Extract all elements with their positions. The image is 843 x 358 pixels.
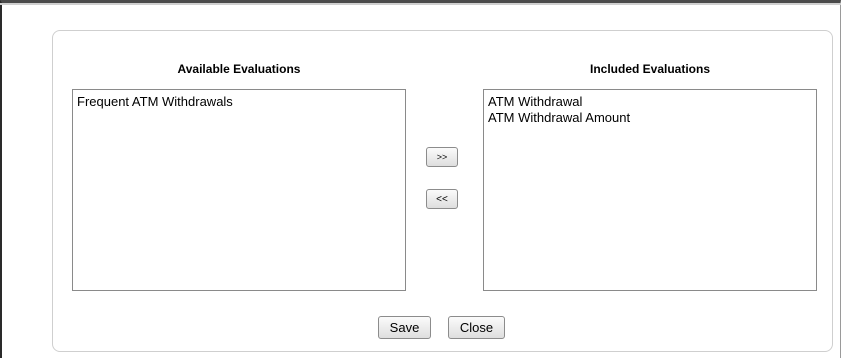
close-button[interactable]: Close <box>448 316 505 339</box>
frame-top-edge <box>0 3 841 5</box>
list-item[interactable]: ATM Withdrawal Amount <box>488 110 816 126</box>
available-evaluations-list[interactable]: Frequent ATM Withdrawals <box>72 89 406 291</box>
list-item[interactable]: ATM Withdrawal <box>488 94 816 110</box>
available-evaluations-title: Available Evaluations <box>177 62 301 76</box>
save-button[interactable]: Save <box>378 316 431 339</box>
move-left-button[interactable]: << <box>426 189 458 209</box>
included-evaluations-list[interactable]: ATM Withdrawal ATM Withdrawal Amount <box>483 89 817 291</box>
move-right-button[interactable]: >> <box>426 147 458 167</box>
included-evaluations-title: Included Evaluations <box>589 62 711 76</box>
list-item[interactable]: Frequent ATM Withdrawals <box>77 94 405 110</box>
